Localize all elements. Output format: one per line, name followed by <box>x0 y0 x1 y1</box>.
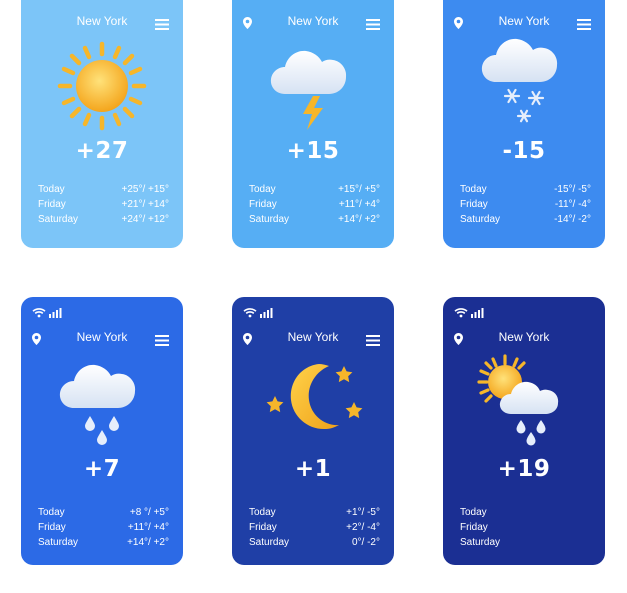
forecast-row: Friday -11°/ -4° <box>460 197 591 212</box>
forecast-temps: -15°/ -5° <box>554 184 591 195</box>
forecast-temps: 0°/ -2° <box>351 537 380 548</box>
forecast-list: Today +8 °/ +5° Friday +11°/ +4° Saturday +… <box>38 505 169 550</box>
forecast-row: Saturday +14°/ +2° <box>38 535 169 550</box>
forecast-temps: +14°/ +2° <box>127 537 169 548</box>
forecast-row: Saturday +24°/ +12° <box>38 212 169 227</box>
forecast-row: Today -15°/ -5° <box>460 182 591 197</box>
city-name: New York <box>498 330 550 344</box>
wifi-signal-icon <box>243 308 273 318</box>
forecast-day: Saturday <box>460 214 501 225</box>
menu-icon[interactable] <box>577 15 591 34</box>
rain-icon <box>21 352 183 452</box>
forecast-row: Friday +21°/ +14° <box>38 197 169 212</box>
forecast-day: Friday <box>38 199 66 210</box>
forecast-row: Today +25°/ +15° <box>38 182 169 197</box>
thunderstorm-icon <box>232 36 394 136</box>
forecast-row: Saturday 0°/ -2° <box>249 535 380 550</box>
forecast-day: Saturday <box>249 214 290 225</box>
forecast-day: Friday <box>38 522 66 533</box>
current-temperature: -15 <box>502 138 546 164</box>
forecast-row: Today +8 °/ +5° <box>38 505 169 520</box>
forecast-temps: +11°/ +4° <box>338 199 380 210</box>
forecast-row: Today +15°/ +5° <box>249 182 380 197</box>
forecast-temps: +25°/ +15° <box>121 184 169 195</box>
card-header: New York <box>21 328 183 348</box>
forecast-temps: +11°/ +4° <box>127 522 169 533</box>
current-temperature: +19 <box>497 456 551 482</box>
card-header: New York <box>232 328 394 348</box>
weather-card-2[interactable]: New York +15 Today +15°/ +5° Friday +11°/ … <box>232 0 394 248</box>
forecast-day: Friday <box>249 199 277 210</box>
menu-icon[interactable] <box>155 15 169 34</box>
weather-card-1[interactable]: New York +27 Today +25°/ +15° Friday +21°/… <box>21 0 183 248</box>
partly-cloudy-rain-icon <box>443 352 605 452</box>
weather-card-6[interactable]: New York +19 Today Friday Saturday <box>443 297 605 565</box>
forecast-day: Today <box>38 507 65 518</box>
forecast-day: Friday <box>460 199 488 210</box>
forecast-temps: +8 °/ +5° <box>129 507 169 518</box>
current-temperature: +7 <box>83 456 121 482</box>
forecast-list: Today Friday Saturday <box>460 505 591 550</box>
moon-stars-icon <box>232 352 394 452</box>
forecast-day: Saturday <box>249 537 290 548</box>
forecast-row: Friday +11°/ +4° <box>38 520 169 535</box>
forecast-row: Friday <box>460 520 591 535</box>
card-header: New York <box>21 12 183 32</box>
status-bar <box>32 303 62 318</box>
forecast-temps: +14°/ +2° <box>338 214 380 225</box>
menu-icon[interactable] <box>366 331 380 350</box>
card-header: New York <box>443 12 605 32</box>
forecast-day: Saturday <box>38 537 79 548</box>
forecast-row: Saturday <box>460 535 591 550</box>
forecast-day: Friday <box>249 522 277 533</box>
forecast-row: Saturday +14°/ +2° <box>249 212 380 227</box>
forecast-temps: +21°/ +14° <box>121 199 169 210</box>
forecast-row: Friday +11°/ +4° <box>249 197 380 212</box>
weather-card-5[interactable]: New York +1 Today +1°/ -5° Friday +2°/ -4°… <box>232 297 394 565</box>
menu-icon[interactable] <box>155 331 169 350</box>
forecast-temps: -11°/ -4° <box>554 199 591 210</box>
forecast-day: Friday <box>460 522 488 533</box>
forecast-row: Saturday -14°/ -2° <box>460 212 591 227</box>
forecast-temps: +15°/ +5° <box>338 184 380 195</box>
forecast-day: Saturday <box>460 537 501 548</box>
wifi-signal-icon <box>32 308 62 318</box>
current-temperature: +27 <box>75 138 129 164</box>
current-temperature: +1 <box>294 456 332 482</box>
wifi-signal-icon <box>454 308 484 318</box>
forecast-day: Today <box>249 184 276 195</box>
forecast-list: Today +15°/ +5° Friday +11°/ +4° Saturday +… <box>249 182 380 227</box>
forecast-row: Today <box>460 505 591 520</box>
status-bar <box>454 303 484 318</box>
forecast-temps: +24°/ +12° <box>121 214 169 225</box>
card-header: New York <box>443 328 605 348</box>
forecast-temps: +1°/ -5° <box>346 507 380 518</box>
forecast-row: Friday +2°/ -4° <box>249 520 380 535</box>
forecast-day: Saturday <box>38 214 79 225</box>
forecast-row: Today +1°/ -5° <box>249 505 380 520</box>
forecast-day: Today <box>38 184 65 195</box>
forecast-temps: +2°/ -4° <box>346 522 380 533</box>
current-temperature: +15 <box>286 138 340 164</box>
status-bar <box>243 303 273 318</box>
card-header: New York <box>232 12 394 32</box>
forecast-list: Today +1°/ -5° Friday +2°/ -4° Saturday 0°/… <box>249 505 380 550</box>
sun-icon <box>21 36 183 136</box>
weather-card-4[interactable]: New York +7 Today +8 °/ +5° Friday +11°/ +… <box>21 297 183 565</box>
forecast-day: Today <box>249 507 276 518</box>
snow-icon <box>443 36 605 136</box>
weather-card-3[interactable]: New York -15 Today -15°/ -5° Friday -11°/ … <box>443 0 605 248</box>
menu-icon[interactable] <box>366 15 380 34</box>
forecast-list: Today -15°/ -5° Friday -11°/ -4° Saturday -… <box>460 182 591 227</box>
forecast-temps: -14°/ -2° <box>554 214 591 225</box>
forecast-list: Today +25°/ +15° Friday +21°/ +14° Saturda… <box>38 182 169 227</box>
forecast-day: Today <box>460 507 487 518</box>
forecast-day: Today <box>460 184 487 195</box>
